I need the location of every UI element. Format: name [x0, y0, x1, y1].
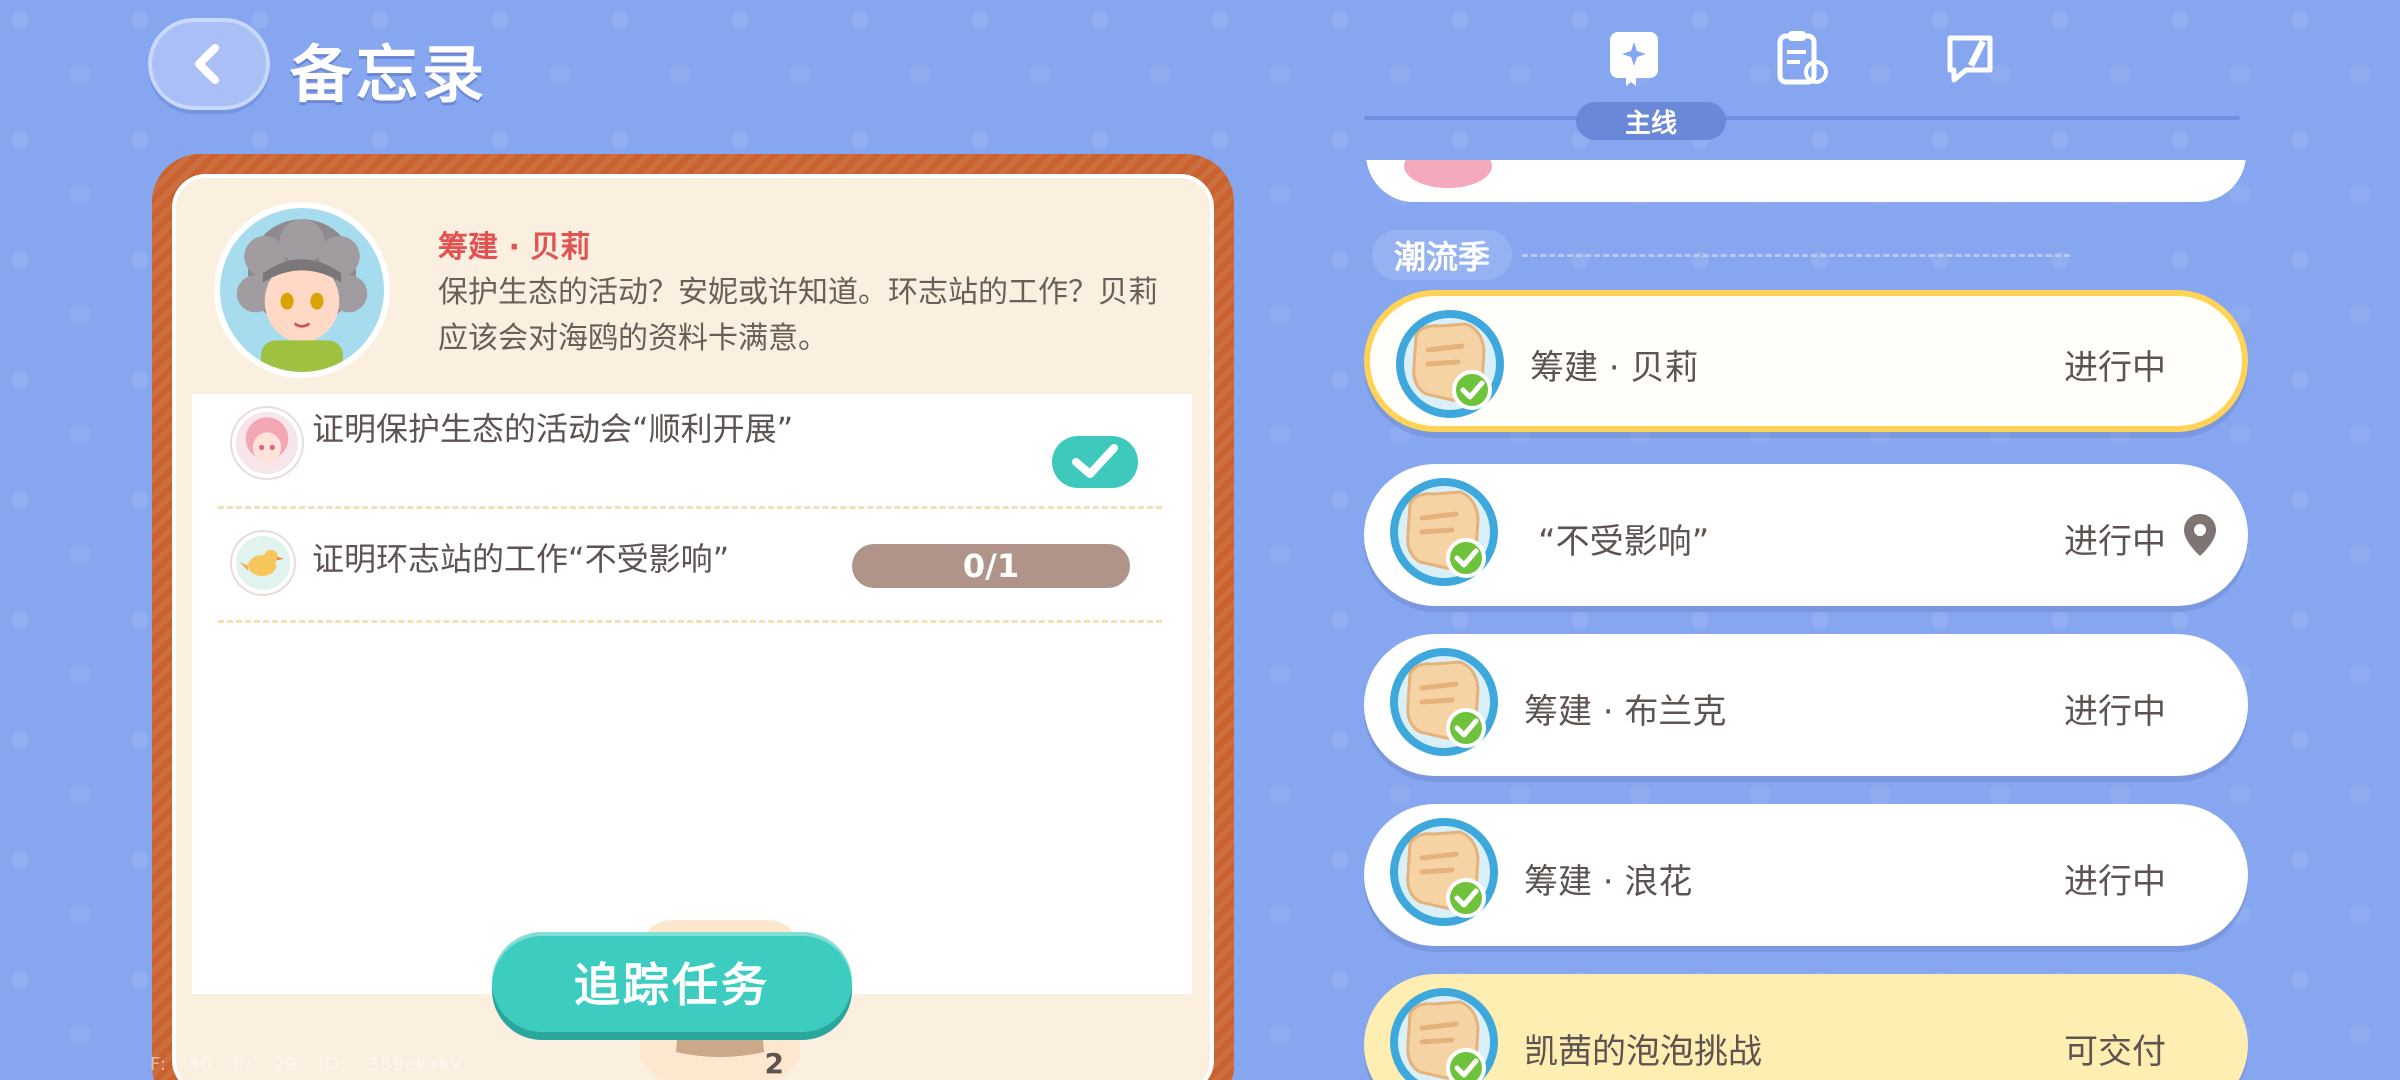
- debug-info: F: 30 P: 29 ID: 359ckxkv: [150, 1054, 462, 1075]
- quest-name: 筹建 · 贝莉: [1530, 348, 1699, 388]
- quest-status: 进行中: [2064, 862, 2166, 902]
- quest-card-bubble-challenge[interactable]: 凯茜的泡泡挑战 可交付: [1364, 974, 2248, 1080]
- quest-card-not-affected[interactable]: “不受影响” 进行中: [1364, 464, 2248, 606]
- quest-scroll-icon: [1390, 648, 1498, 756]
- quest-scroll-icon: [1390, 478, 1498, 586]
- quest-status: 进行中: [2064, 348, 2166, 388]
- objective-progress: 0/1: [852, 544, 1130, 588]
- reward-count: 2: [764, 1047, 784, 1080]
- storybook-star-icon: [1610, 32, 1658, 86]
- speech-pen-icon: [1947, 35, 1993, 83]
- tab-notes[interactable]: [1940, 28, 2000, 88]
- tab-side-quests[interactable]: [1772, 28, 1832, 88]
- section-divider: [1522, 254, 2070, 257]
- quest-name: 筹建 · 浪花: [1524, 862, 1693, 902]
- quest-status: 可交付: [2064, 1032, 2166, 1072]
- chevron-left-icon: [195, 44, 219, 84]
- dashed-divider: [218, 506, 1162, 509]
- objective-list: 证明保护生态的活动会“顺利开展” 证明环志站的工作“不受影响” 0/1 2: [192, 394, 1192, 1080]
- tab-main-story-label: 主线: [1576, 102, 1726, 140]
- quest-list[interactable]: 潮流季 筹建 · 贝莉 进行中 “不受影响” 进行中 筹建 · 布兰克 进行中 …: [1364, 160, 2250, 1080]
- back-button[interactable]: [148, 18, 270, 110]
- quest-description: 保护生态的活动？安妮或许知道。环志站的工作？贝莉应该会对海鸥的资料卡满意。: [438, 275, 1158, 356]
- dashed-divider: [218, 620, 1162, 623]
- quest-card-blank[interactable]: 筹建 · 布兰克 进行中: [1364, 634, 2248, 776]
- npc-annie-avatar: [232, 408, 302, 478]
- quest-scroll-icon: [1396, 310, 1504, 418]
- objective-text: 证明环志站的工作“不受影响”: [312, 540, 730, 578]
- quest-name: 凯茜的泡泡挑战: [1524, 1032, 1762, 1072]
- tab-main-story[interactable]: [1604, 28, 1664, 88]
- checkmark-icon: [1072, 444, 1118, 478]
- bird-icon: [232, 532, 294, 594]
- npc-avatar: [214, 202, 390, 378]
- quest-card-bailey[interactable]: 筹建 · 贝莉 进行中: [1364, 290, 2248, 432]
- quest-status: 进行中: [2064, 522, 2166, 562]
- objective-complete-badge: [1052, 436, 1138, 488]
- page-title: 备忘录: [290, 38, 489, 111]
- clipboard-refresh-icon: [1777, 31, 1828, 85]
- quest-card-partial[interactable]: [1366, 160, 2246, 202]
- tab-divider: [1364, 116, 2240, 120]
- quest-name: “不受影响”: [1538, 522, 1710, 562]
- quest-card-spray[interactable]: 筹建 · 浪花 进行中: [1364, 804, 2248, 946]
- section-label: 潮流季: [1372, 230, 1512, 280]
- npc-name: 筹建 · 贝莉: [438, 230, 591, 265]
- track-quest-button[interactable]: 追踪任务: [492, 932, 852, 1032]
- location-pin-icon[interactable]: [2182, 512, 2218, 560]
- quest-name: 筹建 · 布兰克: [1524, 692, 1727, 732]
- objective-text: 证明保护生态的活动会“顺利开展”: [312, 410, 794, 448]
- quest-scroll-icon: [1390, 818, 1498, 926]
- tab-bar: 主线: [1364, 0, 2240, 150]
- quest-scroll-icon: [1390, 988, 1498, 1080]
- quest-status: 进行中: [2064, 692, 2166, 732]
